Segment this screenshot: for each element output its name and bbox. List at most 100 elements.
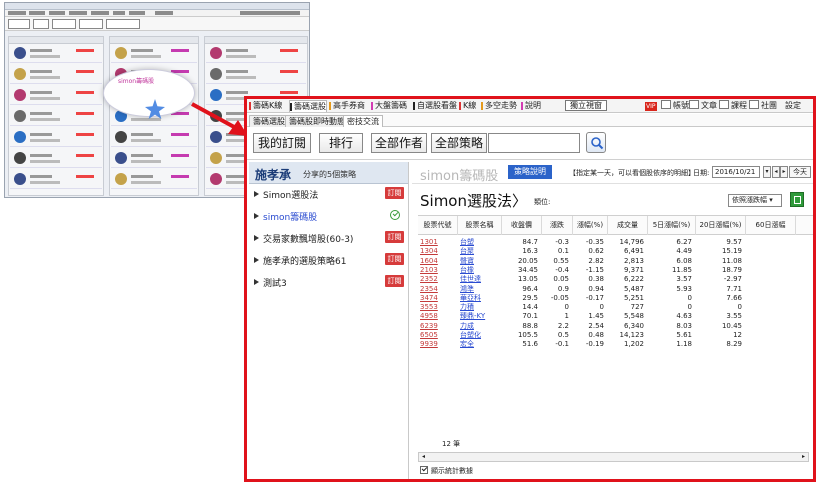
next-day-button[interactable]: ▸ xyxy=(780,166,788,178)
stock-code-link[interactable]: 3474 xyxy=(420,294,460,303)
table-row[interactable]: 4958 臻鼎-KY 70.1 1 1.45 5,548 4.63 3.55 xyxy=(418,312,813,321)
strategy-guide-button[interactable]: 策略說明 xyxy=(508,165,552,179)
column-header[interactable]: 20日漲幅(%) xyxy=(696,216,746,235)
expand-arrow-icon[interactable] xyxy=(254,191,259,197)
strategy-item[interactable]: 施孝承的選股策略61 訂閱 xyxy=(249,252,408,268)
menu-tab[interactable]: 多空走勢 xyxy=(481,100,517,112)
subscribe-button[interactable]: 訂閱 xyxy=(385,231,404,243)
new-window-button[interactable]: 獨立視窗 xyxy=(565,100,607,111)
sort-select[interactable]: 依照漲跌幅 ▾ xyxy=(728,194,782,207)
menu-tab[interactable]: 自選股看盤 xyxy=(413,100,457,112)
strategy-name[interactable]: 交易家數飄增股(60-3) xyxy=(263,232,353,245)
subscribe-button[interactable]: 訂閱 xyxy=(385,275,404,287)
sub-tab[interactable]: 籌碼股即時動態 xyxy=(285,115,349,127)
export-excel-icon[interactable] xyxy=(790,192,804,207)
stock-code-link[interactable]: 1304 xyxy=(420,247,460,256)
stock-code-link[interactable]: 2354 xyxy=(420,285,460,294)
article-button[interactable]: 文章 xyxy=(689,100,717,112)
stock-code-link[interactable]: 1301 xyxy=(420,238,460,247)
stock-name-link[interactable]: 宏全 xyxy=(460,340,504,349)
table-row[interactable]: 2103 台橡 34.45 -0.4 -1.15 9,371 11.85 18.79 xyxy=(418,266,813,275)
stock-code-link[interactable]: 6505 xyxy=(420,331,460,340)
column-header[interactable]: 60日漲幅 xyxy=(746,216,796,235)
strategy-name[interactable]: simon籌碼股 xyxy=(263,210,317,223)
strategy-item[interactable]: 交易家數飄增股(60-3) 訂閱 xyxy=(249,230,408,246)
table-row[interactable]: 3474 華亞科 29.5 -0.05 -0.17 5,251 0 7.66 xyxy=(418,294,813,303)
search-button[interactable] xyxy=(586,132,606,153)
stock-code-link[interactable]: 9939 xyxy=(420,340,460,349)
stock-name-link[interactable]: 鴻準 xyxy=(460,285,504,294)
menu-tab[interactable]: 說明 xyxy=(521,100,541,112)
column-header[interactable]: 成交量 xyxy=(608,216,648,235)
ranking-button[interactable]: 排行 xyxy=(319,133,363,153)
stock-name-link[interactable]: 佳世達 xyxy=(460,275,504,284)
table-row[interactable]: 1301 台塑 84.7 -0.3 -0.35 14,796 6.27 9.57 xyxy=(418,238,813,247)
column-header[interactable]: 股票代號 xyxy=(418,216,458,235)
community-button[interactable]: 社團 xyxy=(749,100,777,112)
table-row[interactable]: 9939 宏全 51.6 -0.1 -0.19 1,202 1.18 8.29 xyxy=(418,340,813,349)
table-row[interactable]: 6239 力成 88.8 2.2 2.54 6,340 8.03 10.45 xyxy=(418,322,813,331)
all-authors-button[interactable]: 全部作者 xyxy=(371,133,427,153)
strategy-item[interactable]: simon籌碼股 xyxy=(249,208,408,224)
stock-code-link[interactable]: 4958 xyxy=(420,312,460,321)
search-input[interactable] xyxy=(488,133,580,153)
menu-tab[interactable]: 籌碼K線 xyxy=(249,100,282,112)
strategy-name[interactable]: Simon選股法 xyxy=(263,188,318,201)
column-header[interactable]: 漲幅(%) xyxy=(573,216,608,235)
course-button[interactable]: 課程 xyxy=(719,100,747,112)
account-button[interactable]: 帳號 xyxy=(661,100,689,112)
column-header[interactable]: 收盤價 xyxy=(502,216,542,235)
stock-name-link[interactable]: 台塑化 xyxy=(460,331,504,340)
author-name[interactable]: 施孝承 xyxy=(255,166,291,183)
expand-arrow-icon[interactable] xyxy=(254,279,259,285)
stock-code-link[interactable]: 1604 xyxy=(420,257,460,266)
expand-arrow-icon[interactable] xyxy=(254,235,259,241)
show-stats-checkbox[interactable] xyxy=(420,466,428,474)
sub-tab[interactable]: 籌碼選股 xyxy=(249,115,289,127)
strategy-name[interactable]: 施孝承的選股策略61 xyxy=(263,254,346,267)
stock-name-link[interactable]: 臻鼎-KY xyxy=(460,312,504,321)
horizontal-scrollbar[interactable]: ◂ ▸ xyxy=(418,452,809,462)
menu-tab[interactable]: 大盤籌碼 xyxy=(371,100,407,112)
stock-name-link[interactable]: 力成 xyxy=(460,322,504,331)
sub-tab[interactable]: 密技交流 xyxy=(343,115,383,127)
table-row[interactable]: 2352 佳世達 13.05 0.05 0.38 6,222 3.57 -2.97 xyxy=(418,275,813,284)
stock-code-link[interactable]: 2352 xyxy=(420,275,460,284)
show-stats-option[interactable]: 顯示統計數據 xyxy=(420,466,473,476)
stock-name-link[interactable]: 台聚 xyxy=(460,247,504,256)
today-button[interactable]: 今天 xyxy=(789,166,811,178)
subscribe-button[interactable]: 訂閱 xyxy=(385,253,404,265)
expand-arrow-icon[interactable] xyxy=(254,257,259,263)
stock-code-link[interactable]: 3553 xyxy=(420,303,460,312)
settings-button[interactable]: 設定 xyxy=(785,100,801,112)
menu-tab[interactable]: 高手券商 xyxy=(329,100,365,112)
stock-name-link[interactable]: 華亞科 xyxy=(460,294,504,303)
prev-day-button[interactable]: ◂ xyxy=(772,166,780,178)
column-header[interactable]: 股票名稱 xyxy=(458,216,502,235)
date-dropdown-button[interactable]: ▾ xyxy=(763,166,771,178)
scroll-left-icon[interactable]: ◂ xyxy=(419,453,428,461)
menu-tab[interactable]: 籌碼選股 xyxy=(289,100,327,112)
scroll-right-icon[interactable]: ▸ xyxy=(799,453,808,461)
strategy-name[interactable]: 測試3 xyxy=(263,276,287,289)
table-row[interactable]: 2354 鴻準 96.4 0.9 0.94 5,487 5.93 7.71 xyxy=(418,285,813,294)
column-header[interactable]: 5日漲幅(%) xyxy=(648,216,696,235)
my-subscriptions-button[interactable]: 我的訂閱 xyxy=(253,133,311,153)
table-row[interactable]: 1604 聲寶 20.05 0.55 2.82 2,813 6.08 11.08 xyxy=(418,257,813,266)
date-input[interactable]: 2016/10/21 xyxy=(712,166,760,178)
subscribe-button[interactable]: 訂閱 xyxy=(385,187,404,199)
stock-name-link[interactable]: 力積 xyxy=(460,303,504,312)
column-header[interactable]: 漲跌 xyxy=(542,216,573,235)
table-row[interactable]: 1304 台聚 16.3 0.1 0.62 6,491 4.49 15.19 xyxy=(418,247,813,256)
stock-name-link[interactable]: 台塑 xyxy=(460,238,504,247)
table-row[interactable]: 6505 台塑化 105.5 0.5 0.48 14,123 5.61 12 xyxy=(418,331,813,340)
strategy-item[interactable]: Simon選股法 訂閱 xyxy=(249,186,408,202)
stock-name-link[interactable]: 台橡 xyxy=(460,266,504,275)
stock-name-link[interactable]: 聲寶 xyxy=(460,257,504,266)
stock-code-link[interactable]: 6239 xyxy=(420,322,460,331)
vip-badge[interactable]: VIP xyxy=(645,100,657,112)
strategy-item[interactable]: 測試3 訂閱 xyxy=(249,274,408,290)
expand-arrow-icon[interactable] xyxy=(254,213,259,219)
stock-code-link[interactable]: 2103 xyxy=(420,266,460,275)
table-row[interactable]: 3553 力積 14.4 0 0 727 0 0 xyxy=(418,303,813,312)
